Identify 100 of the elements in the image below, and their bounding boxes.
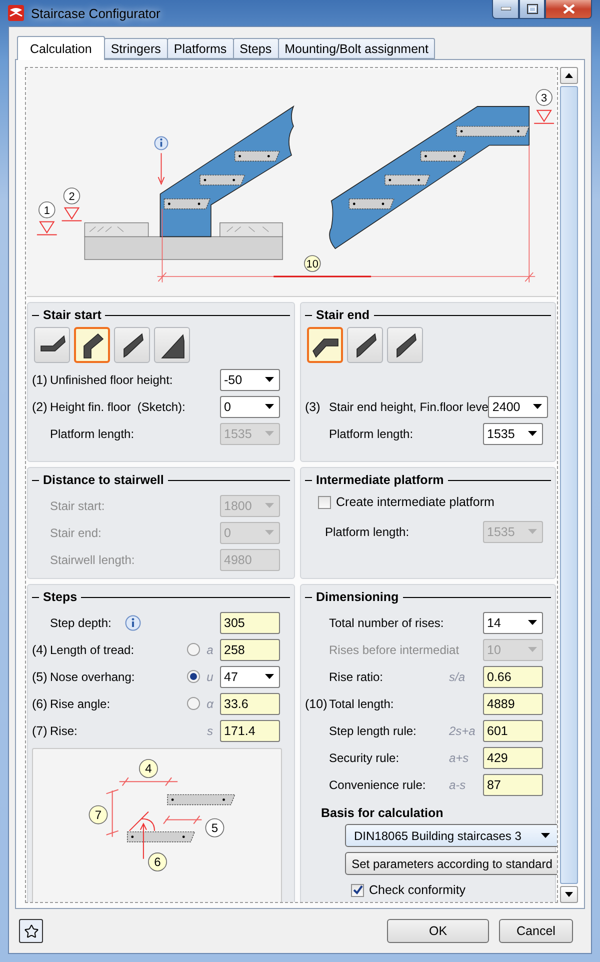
checkmark-icon	[352, 885, 362, 895]
input-field[interactable]: 0.66	[483, 666, 543, 688]
level-marker	[61, 207, 82, 222]
minimize-button[interactable]	[492, 0, 519, 19]
pointer-arrow	[158, 152, 165, 186]
stair-type-button[interactable]	[34, 327, 70, 363]
caret-icon	[528, 647, 537, 652]
maximize-icon	[526, 4, 538, 14]
field-label: Total number of rises:	[329, 616, 444, 630]
input-field[interactable]: 87	[483, 774, 543, 796]
dialog-button[interactable]: OK	[387, 919, 489, 943]
field-label: Stair end:	[50, 526, 102, 540]
field-label: Step length rule:	[329, 724, 416, 738]
favorite-button[interactable]	[19, 919, 43, 943]
caret-icon	[528, 529, 537, 534]
field-label: Unfinished floor height:	[50, 372, 173, 386]
tread-drawing	[167, 794, 236, 806]
input-field[interactable]: 258	[220, 638, 280, 660]
field-label: Platform length:	[329, 426, 414, 440]
tab[interactable]: Mounting/Bolt assignment	[278, 38, 436, 59]
field-label: Rise:	[50, 724, 78, 738]
stair-type-button[interactable]	[154, 327, 190, 363]
caret-icon	[265, 503, 274, 508]
caret-icon	[541, 833, 550, 838]
stair-type-button[interactable]	[307, 327, 343, 363]
tab[interactable]: Stringers	[104, 38, 168, 59]
dimension-line	[118, 777, 178, 786]
stair-type-button[interactable]	[387, 327, 423, 363]
section-title: Steps	[43, 590, 78, 604]
caret-icon	[265, 431, 274, 436]
dimension-callout: 5	[205, 818, 224, 838]
section-title: Dimensioning	[316, 590, 399, 604]
tab[interactable]: Calculation	[17, 36, 105, 60]
section-title: Intermediate platform	[316, 473, 444, 487]
scrollbar-thumb[interactable]	[560, 86, 578, 884]
dimension-line	[163, 815, 202, 824]
row-number: (4)	[32, 642, 48, 656]
input-field[interactable]: 601	[483, 720, 543, 742]
scroll-down-button[interactable]	[560, 886, 578, 903]
field-label: Platform length:	[325, 524, 410, 538]
row-number: (5)	[32, 670, 48, 684]
dimension-line	[106, 789, 119, 838]
input-field[interactable]: 429	[483, 746, 543, 768]
row-number: (10)	[305, 696, 328, 710]
tread-drawing	[127, 831, 196, 842]
formula-symbol: s/a	[449, 670, 466, 684]
field-label: Convenience rule:	[329, 778, 426, 792]
dropdown[interactable]: 2400	[488, 396, 548, 418]
input-field[interactable]: 171.4	[220, 720, 280, 742]
input-field[interactable]: 33.6	[220, 692, 280, 714]
radio-button[interactable]	[187, 670, 200, 683]
stair-type-button[interactable]	[347, 327, 383, 363]
row-number: (1)	[32, 372, 48, 386]
field-label: Rise ratio:	[329, 670, 384, 684]
field-label: Length of tread:	[50, 642, 134, 656]
caret-icon	[265, 674, 274, 679]
row-number: (3)	[305, 400, 322, 414]
checkbox-label: Create intermediate platform	[336, 495, 494, 509]
set-parameters-button[interactable]: Set parameters according to standard	[345, 852, 557, 875]
checkbox[interactable]	[351, 884, 364, 896]
formula-symbol: a+s	[449, 750, 470, 764]
dialog-button[interactable]: Cancel	[499, 919, 573, 943]
dropdown[interactable]: 1535	[483, 422, 543, 444]
caret-icon	[528, 431, 537, 436]
maximize-button[interactable]	[519, 0, 545, 19]
level-marker	[534, 110, 554, 124]
tab[interactable]: Steps	[232, 38, 279, 59]
group-title: Basis for calculation	[321, 806, 444, 820]
dimension-callout: 3	[536, 89, 552, 106]
stair-type-button[interactable]	[74, 327, 110, 363]
dimension-callout: 2	[63, 188, 80, 204]
dropdown[interactable]: -50	[220, 368, 280, 390]
window-title: Staircase Configurator	[31, 6, 160, 20]
level-marker	[36, 221, 58, 236]
radio-button[interactable]	[187, 697, 200, 710]
dropdown[interactable]: 14	[483, 612, 543, 634]
close-button[interactable]	[545, 0, 592, 19]
field-label: Stair start:	[50, 498, 105, 512]
row-number: (2)	[32, 400, 48, 414]
section-title: Distance to stairwell	[43, 473, 164, 487]
beam-icon	[158, 331, 186, 359]
scroll-up-button[interactable]	[560, 67, 578, 84]
dropdown[interactable]: 47	[220, 666, 280, 688]
caret-icon	[265, 404, 274, 409]
field-label: Nose overhang:	[50, 670, 135, 684]
field-label: Rises before intermediat	[329, 642, 460, 656]
caret-icon	[265, 530, 274, 535]
radio-button[interactable]	[187, 643, 200, 656]
dropdown[interactable]: 0	[220, 396, 280, 418]
input-field[interactable]: 4889	[483, 692, 543, 714]
dimension-callout: 10	[304, 255, 321, 272]
caret-icon	[265, 377, 274, 382]
stair-type-button[interactable]	[114, 327, 150, 363]
input-field[interactable]: 305	[220, 612, 280, 634]
field-label: Step depth:	[50, 616, 112, 630]
down-arrow-icon	[565, 892, 573, 897]
field-label: Stair end height, Fin.floor leve	[329, 400, 488, 414]
checkbox[interactable]	[318, 496, 331, 508]
standard-dropdown[interactable]: DIN18065 Building staircases 3	[345, 824, 557, 847]
tab[interactable]: Platforms	[166, 38, 234, 59]
